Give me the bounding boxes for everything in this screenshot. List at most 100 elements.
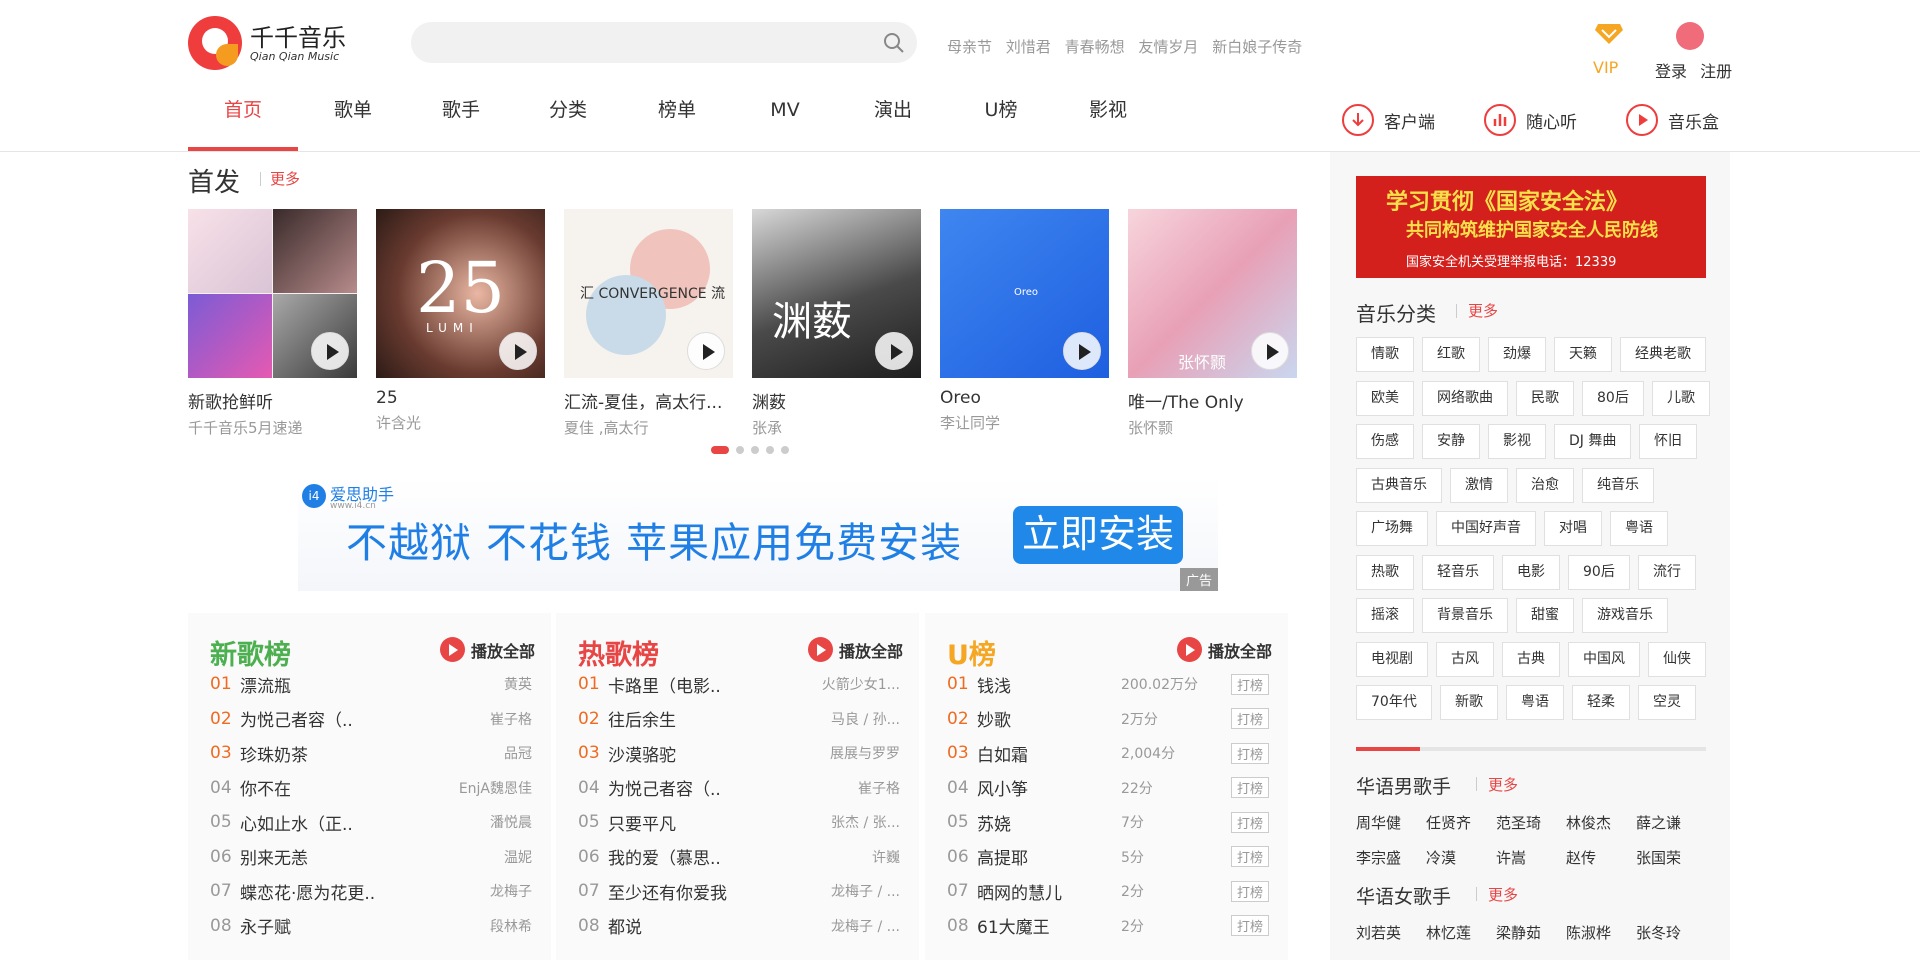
song-title[interactable]: 苏娆 <box>977 810 1121 835</box>
scroll-indicator[interactable] <box>1356 747 1420 751</box>
album-artist[interactable]: 夏佳 ,高太行 <box>564 417 733 438</box>
vote-button[interactable]: 打榜 <box>1230 742 1269 764</box>
hot-search-link[interactable]: 友情岁月 <box>1138 38 1198 56</box>
song-title[interactable]: 只要平凡 <box>608 810 758 835</box>
album-title[interactable]: 唯一/The Only <box>1128 388 1297 413</box>
hot-search-link[interactable]: 母亲节 <box>947 38 992 56</box>
album-card[interactable]: 渊薮 渊薮 张承 <box>752 209 921 438</box>
chart-row[interactable]: 01 漂流瓶 黄英 <box>210 667 532 701</box>
singer-link[interactable]: 周华健 <box>1356 812 1401 833</box>
category-tag[interactable]: 轻音乐 <box>1422 554 1494 590</box>
vote-button[interactable]: 打榜 <box>1230 846 1269 867</box>
play-icon[interactable] <box>875 332 913 370</box>
singer-link[interactable]: 刘若英 <box>1356 922 1401 943</box>
category-more-link[interactable]: 更多 <box>1468 300 1498 321</box>
category-tag[interactable]: 古典音乐 <box>1356 467 1442 503</box>
category-tag[interactable]: 安静 <box>1422 424 1480 459</box>
chart-row[interactable]: 06 别来无恙 温妮 <box>210 840 532 874</box>
vote-button[interactable]: 打榜 <box>1230 915 1269 936</box>
play-all-button[interactable]: 播放全部 <box>1176 637 1272 662</box>
register-link[interactable]: 注册 <box>1700 62 1732 81</box>
category-tag[interactable]: 欧美 <box>1356 380 1414 416</box>
singer-name[interactable]: 龙梅子 / ... <box>831 916 900 936</box>
category-tag[interactable]: 游戏音乐 <box>1582 598 1668 633</box>
song-title[interactable]: 漂流瓶 <box>240 672 390 697</box>
singer-name[interactable]: 黄英 <box>504 674 532 694</box>
category-tag[interactable]: 激情 <box>1450 467 1508 503</box>
category-tag[interactable]: 粤语 <box>1610 511 1668 546</box>
vote-button[interactable]: 打榜 <box>1230 880 1269 902</box>
tool-client[interactable]: 客户端 <box>1342 104 1435 136</box>
play-icon[interactable] <box>1251 332 1289 370</box>
nav-artists[interactable]: 歌手 <box>408 100 514 152</box>
category-tag[interactable]: 古典 <box>1502 641 1560 677</box>
category-tag[interactable]: 怀旧 <box>1639 424 1697 459</box>
singer-name[interactable]: 品冠 <box>504 743 532 763</box>
album-artist[interactable]: 张怀颢 <box>1128 417 1297 438</box>
chart-row[interactable]: 07 至少还有你爱我 龙梅子 / ... <box>578 874 900 908</box>
play-all-button[interactable]: 播放全部 <box>807 637 903 662</box>
chart-row[interactable]: 07 晒网的慧儿 2分 打榜 <box>947 874 1269 908</box>
play-icon[interactable] <box>1063 332 1101 370</box>
album-cover[interactable]: 渊薮 <box>752 209 921 378</box>
category-tag[interactable]: 80后 <box>1582 380 1644 416</box>
vote-button[interactable]: 打榜 <box>1230 811 1269 833</box>
category-tag[interactable]: 网络歌曲 <box>1422 380 1508 416</box>
singer-link[interactable]: 李宗盛 <box>1356 847 1401 868</box>
singer-link[interactable]: 范圣琦 <box>1496 812 1541 833</box>
category-tag[interactable]: 新歌 <box>1440 685 1498 720</box>
singer-link[interactable]: 陈淑桦 <box>1566 922 1611 943</box>
singer-name[interactable]: 火箭少女1... <box>822 674 900 694</box>
category-tag[interactable]: 古风 <box>1436 641 1494 677</box>
chart-row[interactable]: 03 珍珠奶茶 品冠 <box>210 736 532 770</box>
singer-link[interactable]: 张国荣 <box>1636 847 1681 868</box>
category-tag[interactable]: 中国好声音 <box>1436 511 1536 546</box>
category-tag[interactable]: 粤语 <box>1506 685 1564 720</box>
singer-name[interactable]: EnjA魏恩佳 <box>459 778 532 798</box>
nav-playlists[interactable]: 歌单 <box>298 100 408 152</box>
chart-row[interactable]: 02 往后余生 马良 / 孙... <box>578 702 900 736</box>
album-artist[interactable]: 千千音乐5月速递 <box>188 417 357 438</box>
song-title[interactable]: 为悦己者容（.. <box>240 706 390 731</box>
singer-name[interactable]: 龙梅子 / ... <box>831 881 900 901</box>
chart-row[interactable]: 05 心如止水（正.. 潘悦晨 <box>210 805 532 839</box>
singer-name[interactable]: 龙梅子 <box>490 881 532 901</box>
singer-name[interactable]: 段林希 <box>490 916 532 936</box>
nav-mv[interactable]: MV <box>732 100 838 152</box>
vote-button[interactable]: 打榜 <box>1230 708 1269 729</box>
ad-banner[interactable]: i4 爱思助手 www.i4.cn 不越狱 不花钱 苹果应用免费安装 立即安装 广… <box>298 477 1218 591</box>
singer-name[interactable]: 马良 / 孙... <box>831 709 900 729</box>
song-title[interactable]: 我的爱（慕思.. <box>608 844 758 869</box>
song-title[interactable]: 高提耶 <box>977 844 1121 869</box>
carousel-dot[interactable] <box>751 446 759 454</box>
album-cover[interactable] <box>188 209 357 378</box>
category-tag[interactable]: 中国风 <box>1568 641 1640 677</box>
song-title[interactable]: 别来无恙 <box>240 844 390 869</box>
chart-row[interactable]: 02 为悦己者容（.. 崔子格 <box>210 702 532 736</box>
category-tag[interactable]: 70年代 <box>1356 685 1432 720</box>
category-tag[interactable]: 情歌 <box>1356 337 1414 372</box>
singer-name[interactable]: 崔子格 <box>858 778 900 798</box>
song-title[interactable]: 心如止水（正.. <box>240 810 390 835</box>
play-icon[interactable] <box>311 332 349 370</box>
singer-link[interactable]: 梁静茹 <box>1496 922 1541 943</box>
song-title[interactable]: 往后余生 <box>608 706 758 731</box>
vote-button[interactable]: 打榜 <box>1230 777 1269 798</box>
nav-film-tv[interactable]: 影视 <box>1054 100 1162 152</box>
search-input[interactable] <box>411 22 917 63</box>
category-tag[interactable]: 民歌 <box>1516 380 1574 416</box>
song-title[interactable]: 沙漠骆驼 <box>608 741 758 766</box>
song-title[interactable]: 永子赋 <box>240 913 390 938</box>
song-title[interactable]: 卡路里（电影.. <box>608 672 758 697</box>
nav-categories[interactable]: 分类 <box>514 100 622 152</box>
chart-row[interactable]: 06 高提耶 5分 打榜 <box>947 840 1269 874</box>
song-title[interactable]: 白如霜 <box>977 741 1121 766</box>
chart-row[interactable]: 01 卡路里（电影.. 火箭少女1... <box>578 667 900 701</box>
singer-link[interactable]: 林俊杰 <box>1566 812 1611 833</box>
album-card[interactable]: 张怀颢 唯一/The Only 张怀颢 <box>1128 209 1297 438</box>
category-tag[interactable]: 劲爆 <box>1488 337 1546 372</box>
category-tag[interactable]: 90后 <box>1568 554 1630 590</box>
category-tag[interactable]: 空灵 <box>1638 685 1696 720</box>
singer-link[interactable]: 任贤齐 <box>1426 812 1471 833</box>
singer-link[interactable]: 薛之谦 <box>1636 812 1681 833</box>
